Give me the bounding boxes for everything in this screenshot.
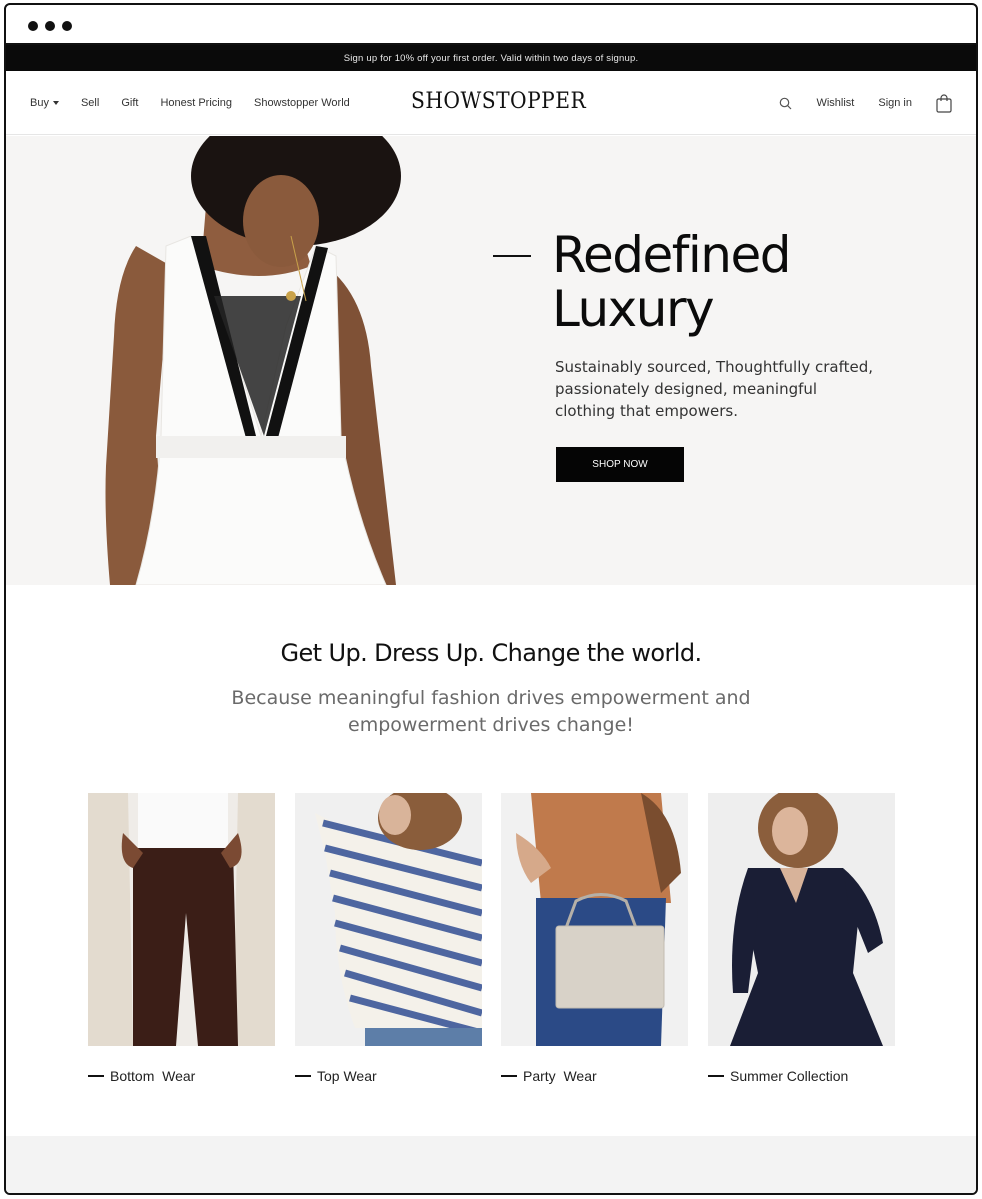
nav-gift[interactable]: Gift <box>121 97 138 109</box>
category-label-text: Top Wear <box>317 1068 377 1084</box>
hero-title: Redefined Luxury <box>552 226 791 338</box>
category-image-bottom-wear <box>88 793 275 1046</box>
category-label: Summer Collection <box>708 1068 895 1084</box>
category-card[interactable]: Summer Collection <box>708 788 895 1084</box>
window-dot-icon[interactable] <box>28 21 38 31</box>
category-label: Top Wear <box>295 1068 482 1084</box>
category-label-text: Bottom Wear <box>110 1068 196 1084</box>
section-subtitle-line: empowerment drives change! <box>348 714 634 736</box>
nav-buy-label: Buy <box>30 97 49 109</box>
nav-showstopper-world[interactable]: Showstopper World <box>254 97 350 109</box>
hero-banner: Redefined Luxury Sustainably sourced, Th… <box>6 136 976 585</box>
category-card[interactable]: Party Wear <box>501 793 688 1084</box>
label-dash <box>708 1075 724 1077</box>
category-card[interactable]: Bottom Wear <box>88 793 275 1084</box>
section-title: Get Up. Dress Up. Change the world. <box>280 639 703 667</box>
category-image-summer-collection <box>708 788 895 1046</box>
nav-right: Wishlist Sign in <box>779 71 952 135</box>
nav-left: Buy Sell Gift Honest Pricing Showstopper… <box>30 71 372 135</box>
hero-subtitle: Sustainably sourced, Thoughtfully crafte… <box>555 358 874 420</box>
main-nav: Buy Sell Gift Honest Pricing Showstopper… <box>6 71 976 135</box>
brand-logo[interactable]: SHOWSTOPPER <box>411 89 586 114</box>
footer-band <box>6 1136 976 1193</box>
category-label-text: Party Wear <box>523 1068 597 1084</box>
shop-now-button[interactable]: SHOP NOW <box>556 447 684 482</box>
window-dot-icon[interactable] <box>62 21 72 31</box>
label-dash <box>501 1075 517 1077</box>
window-dot-icon[interactable] <box>45 21 55 31</box>
browser-window: Sign up for 10% off your first order. Va… <box>4 3 978 1195</box>
nav-honest-pricing[interactable]: Honest Pricing <box>160 97 232 109</box>
category-image-top-wear <box>295 786 483 1046</box>
nav-sell[interactable]: Sell <box>81 97 99 109</box>
window-chrome <box>6 5 976 45</box>
hero-title-line: Redefined <box>552 226 791 284</box>
label-dash <box>88 1075 104 1077</box>
section-subtitle: Because meaningful fashion drives empowe… <box>6 685 976 739</box>
nav-buy[interactable]: Buy <box>30 97 59 109</box>
wishlist-link[interactable]: Wishlist <box>816 97 854 109</box>
category-image-party-wear <box>501 793 688 1046</box>
category-label-text: Summer Collection <box>730 1068 849 1084</box>
category-label: Party Wear <box>501 1068 688 1084</box>
announcement-text: Sign up for 10% off your first order. Va… <box>343 52 639 64</box>
label-dash <box>295 1075 311 1077</box>
hero-dash-divider <box>493 255 531 257</box>
signin-link[interactable]: Sign in <box>878 97 912 109</box>
shopping-bag-icon[interactable] <box>936 93 952 113</box>
chevron-down-icon <box>52 101 59 106</box>
announcement-bar: Sign up for 10% off your first order. Va… <box>6 45 976 71</box>
search-icon[interactable] <box>779 97 792 110</box>
category-card[interactable]: Top Wear <box>295 786 483 1084</box>
hero-model-image <box>105 136 401 585</box>
hero-title-line: Luxury <box>552 280 715 338</box>
section-subtitle-line: Because meaningful fashion drives empowe… <box>231 687 751 709</box>
category-label: Bottom Wear <box>88 1068 275 1084</box>
brand-logo-text: SHOWSTOPPER <box>411 89 587 114</box>
